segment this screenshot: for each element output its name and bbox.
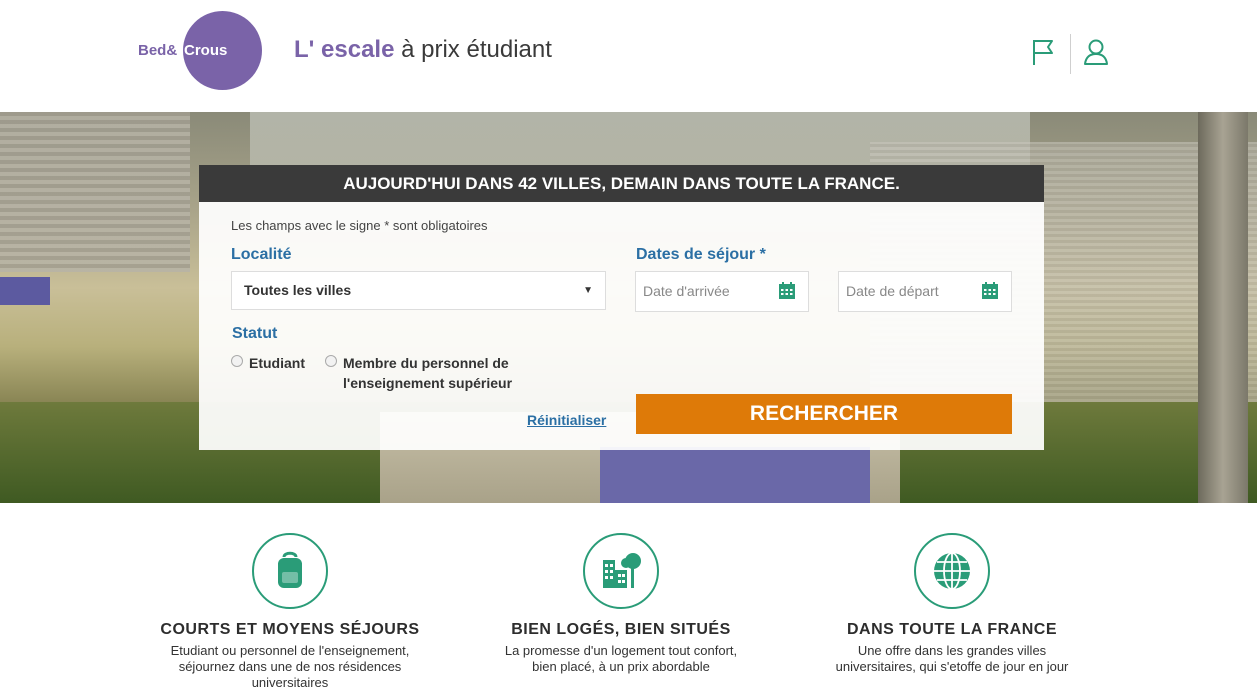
header-separator bbox=[1070, 34, 1071, 74]
feature-description-line: universitaires, qui s'etoffe de jour en … bbox=[835, 659, 1069, 674]
hero-bench-left bbox=[0, 277, 50, 305]
feature-icon-circle bbox=[583, 533, 659, 609]
status-label: Statut bbox=[232, 325, 278, 342]
feature-well-located: BIEN LOGÉS, BIEN SITUÉS La promesse d'un… bbox=[471, 533, 771, 675]
departure-date-field[interactable]: Date de départ bbox=[838, 271, 1012, 312]
locality-label: Localité bbox=[231, 246, 292, 263]
arrival-date-placeholder: Date d'arrivée bbox=[643, 283, 730, 299]
feature-description-line: séjournez dans une de nos résidences bbox=[178, 659, 402, 674]
hero-bench bbox=[600, 447, 870, 503]
feature-icon-circle bbox=[914, 533, 990, 609]
logo-text-crous: Crous bbox=[184, 42, 228, 59]
feature-description-line: universitaires bbox=[251, 675, 329, 690]
user-icon[interactable] bbox=[1083, 38, 1109, 66]
feature-icon-circle bbox=[252, 533, 328, 609]
reset-link[interactable]: Réinitialiser bbox=[527, 412, 606, 428]
feature-description: La promesse d'un logement tout confort, … bbox=[471, 643, 771, 675]
status-student-label: Etudiant bbox=[249, 355, 305, 371]
feature-title: DANS TOUTE LA FRANCE bbox=[847, 621, 1057, 638]
feature-description: Une offre dans les grandes villes univer… bbox=[802, 643, 1102, 675]
calendar-icon[interactable] bbox=[778, 282, 796, 300]
calendar-icon[interactable] bbox=[981, 282, 999, 300]
hero-building-left bbox=[0, 112, 190, 272]
feature-description-line: Une offre dans les grandes villes bbox=[857, 643, 1047, 658]
departure-date-placeholder: Date de départ bbox=[846, 283, 939, 299]
feature-short-stays: COURTS ET MOYENS SÉJOURS Etudiant ou per… bbox=[140, 533, 440, 691]
site-header: Bed& Crous L' escale à prix étudiant bbox=[0, 0, 1257, 112]
tagline-rest: à prix étudiant bbox=[394, 36, 552, 63]
locality-selected-value: Toutes les villes bbox=[244, 282, 352, 298]
flag-icon[interactable] bbox=[1031, 38, 1057, 66]
locality-select[interactable]: Toutes les villes ▼ bbox=[231, 271, 606, 310]
status-radio-staff[interactable] bbox=[325, 355, 337, 367]
status-staff-label-line1: Membre du personnel de bbox=[343, 355, 509, 371]
search-banner: AUJOURD'HUI DANS 42 VILLES, DEMAIN DANS … bbox=[199, 165, 1044, 202]
feature-title: COURTS ET MOYENS SÉJOURS bbox=[160, 621, 420, 638]
arrival-date-field[interactable]: Date d'arrivée bbox=[635, 271, 809, 312]
status-radio-student[interactable] bbox=[231, 355, 243, 367]
backpack-icon bbox=[278, 551, 302, 588]
feature-description-line: Etudiant ou personnel de l'enseignement, bbox=[170, 643, 410, 658]
hero-tree bbox=[1198, 112, 1248, 503]
city-icon bbox=[603, 553, 641, 588]
tagline-accent: L' escale bbox=[294, 36, 395, 63]
logo-text-bed: Bed& bbox=[138, 42, 178, 59]
search-button[interactable]: RECHERCHER bbox=[636, 394, 1012, 434]
search-form: AUJOURD'HUI DANS 42 VILLES, DEMAIN DANS … bbox=[199, 165, 1044, 450]
globe-icon bbox=[934, 552, 970, 590]
dates-label: Dates de séjour * bbox=[636, 246, 766, 263]
site-tagline: L' escale à prix étudiant bbox=[294, 36, 552, 64]
feature-description-line: bien placé, à un prix abordable bbox=[532, 659, 710, 674]
feature-all-france: DANS TOUTE LA FRANCE Une offre dans les … bbox=[802, 533, 1102, 675]
status-staff-label: Membre du personnel de l'enseignement su… bbox=[343, 353, 512, 393]
feature-description-line: La promesse d'un logement tout confort, bbox=[504, 643, 738, 658]
chevron-down-icon: ▼ bbox=[583, 285, 593, 296]
bed-crous-logo[interactable]: Bed& Crous bbox=[138, 11, 262, 91]
required-fields-note: Les champs avec le signe * sont obligato… bbox=[231, 218, 488, 233]
feature-title: BIEN LOGÉS, BIEN SITUÉS bbox=[511, 621, 731, 638]
feature-description: Etudiant ou personnel de l'enseignement,… bbox=[140, 643, 440, 691]
status-staff-label-line2: l'enseignement supérieur bbox=[343, 375, 513, 391]
